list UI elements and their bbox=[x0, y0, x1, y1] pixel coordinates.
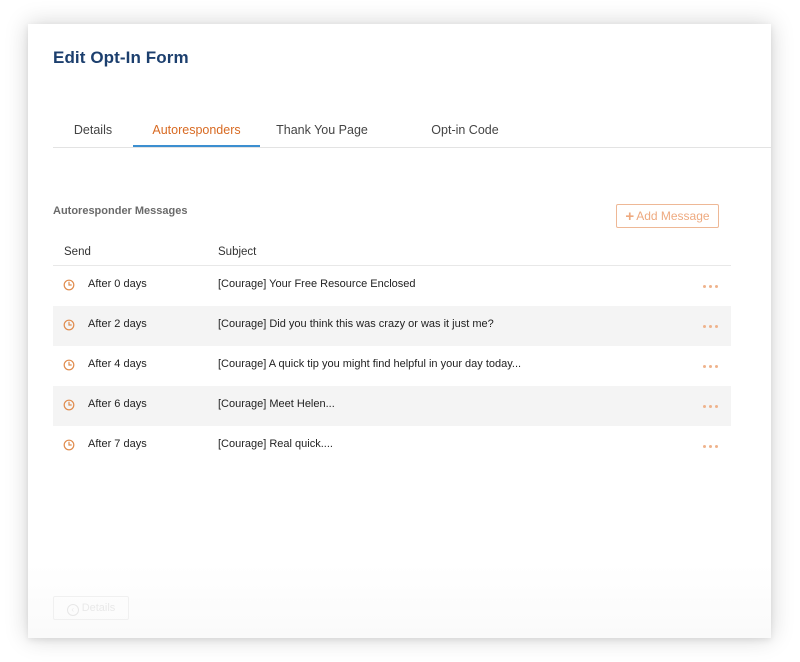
plus-icon: + bbox=[625, 208, 635, 225]
send-delay: After 4 days bbox=[88, 358, 147, 370]
clock-icon bbox=[63, 359, 75, 371]
section-heading: Autoresponder Messages bbox=[53, 205, 188, 217]
more-dots-icon[interactable] bbox=[703, 278, 719, 290]
message-subject[interactable]: [Courage] Your Free Resource Enclosed bbox=[218, 278, 416, 290]
back-button-label: Details bbox=[81, 602, 116, 614]
tab-bar: Details Autoresponders Thank You Page Op… bbox=[53, 120, 771, 148]
send-delay: After 6 days bbox=[88, 398, 147, 410]
arrow-left-circle-icon: ‹ bbox=[66, 604, 79, 616]
more-dots-icon[interactable] bbox=[703, 318, 719, 330]
table-row[interactable]: After 7 days [Courage] Real quick.... bbox=[53, 426, 731, 466]
message-subject[interactable]: [Courage] Did you think this was crazy o… bbox=[218, 318, 494, 330]
message-subject[interactable]: [Courage] A quick tip you might find hel… bbox=[218, 358, 521, 370]
page-title: Edit Opt-In Form bbox=[53, 48, 189, 67]
message-subject[interactable]: [Courage] Real quick.... bbox=[218, 438, 333, 450]
clock-icon bbox=[63, 439, 75, 451]
add-message-button[interactable]: + Add Message bbox=[616, 204, 719, 228]
table-header: Send Subject bbox=[53, 240, 731, 266]
clock-icon bbox=[63, 319, 75, 331]
more-dots-icon[interactable] bbox=[703, 398, 719, 410]
tab-opt-in-code[interactable]: Opt-in Code bbox=[406, 120, 524, 146]
table-row[interactable]: After 4 days [Courage] A quick tip you m… bbox=[53, 346, 731, 386]
bottom-fade-overlay bbox=[28, 564, 771, 638]
tab-thank-you-page[interactable]: Thank You Page bbox=[272, 120, 372, 146]
more-dots-icon[interactable] bbox=[703, 358, 719, 370]
tab-details[interactable]: Details bbox=[53, 120, 133, 146]
autoresponder-table: Send Subject After 0 days [Courage] Your… bbox=[53, 240, 731, 466]
send-delay: After 2 days bbox=[88, 318, 147, 330]
edit-form-card: Edit Opt-In Form Details Autoresponders … bbox=[28, 24, 771, 638]
add-message-label: Add Message bbox=[636, 209, 710, 223]
table-row[interactable]: After 0 days [Courage] Your Free Resourc… bbox=[53, 266, 731, 306]
send-delay: After 7 days bbox=[88, 438, 147, 450]
message-subject[interactable]: [Courage] Meet Helen... bbox=[218, 398, 335, 410]
table-row[interactable]: After 6 days [Courage] Meet Helen... bbox=[53, 386, 731, 426]
send-delay: After 0 days bbox=[88, 278, 147, 290]
column-header-subject: Subject bbox=[218, 246, 257, 258]
table-row[interactable]: After 2 days [Courage] Did you think thi… bbox=[53, 306, 731, 346]
screen: Edit Opt-In Form Details Autoresponders … bbox=[0, 0, 800, 662]
tab-autoresponders[interactable]: Autoresponders bbox=[133, 120, 260, 147]
more-dots-icon[interactable] bbox=[703, 438, 719, 450]
back-to-details-button[interactable]: ‹ Details bbox=[53, 596, 129, 620]
clock-icon bbox=[63, 399, 75, 411]
column-header-send: Send bbox=[64, 246, 91, 258]
clock-icon bbox=[63, 279, 75, 291]
